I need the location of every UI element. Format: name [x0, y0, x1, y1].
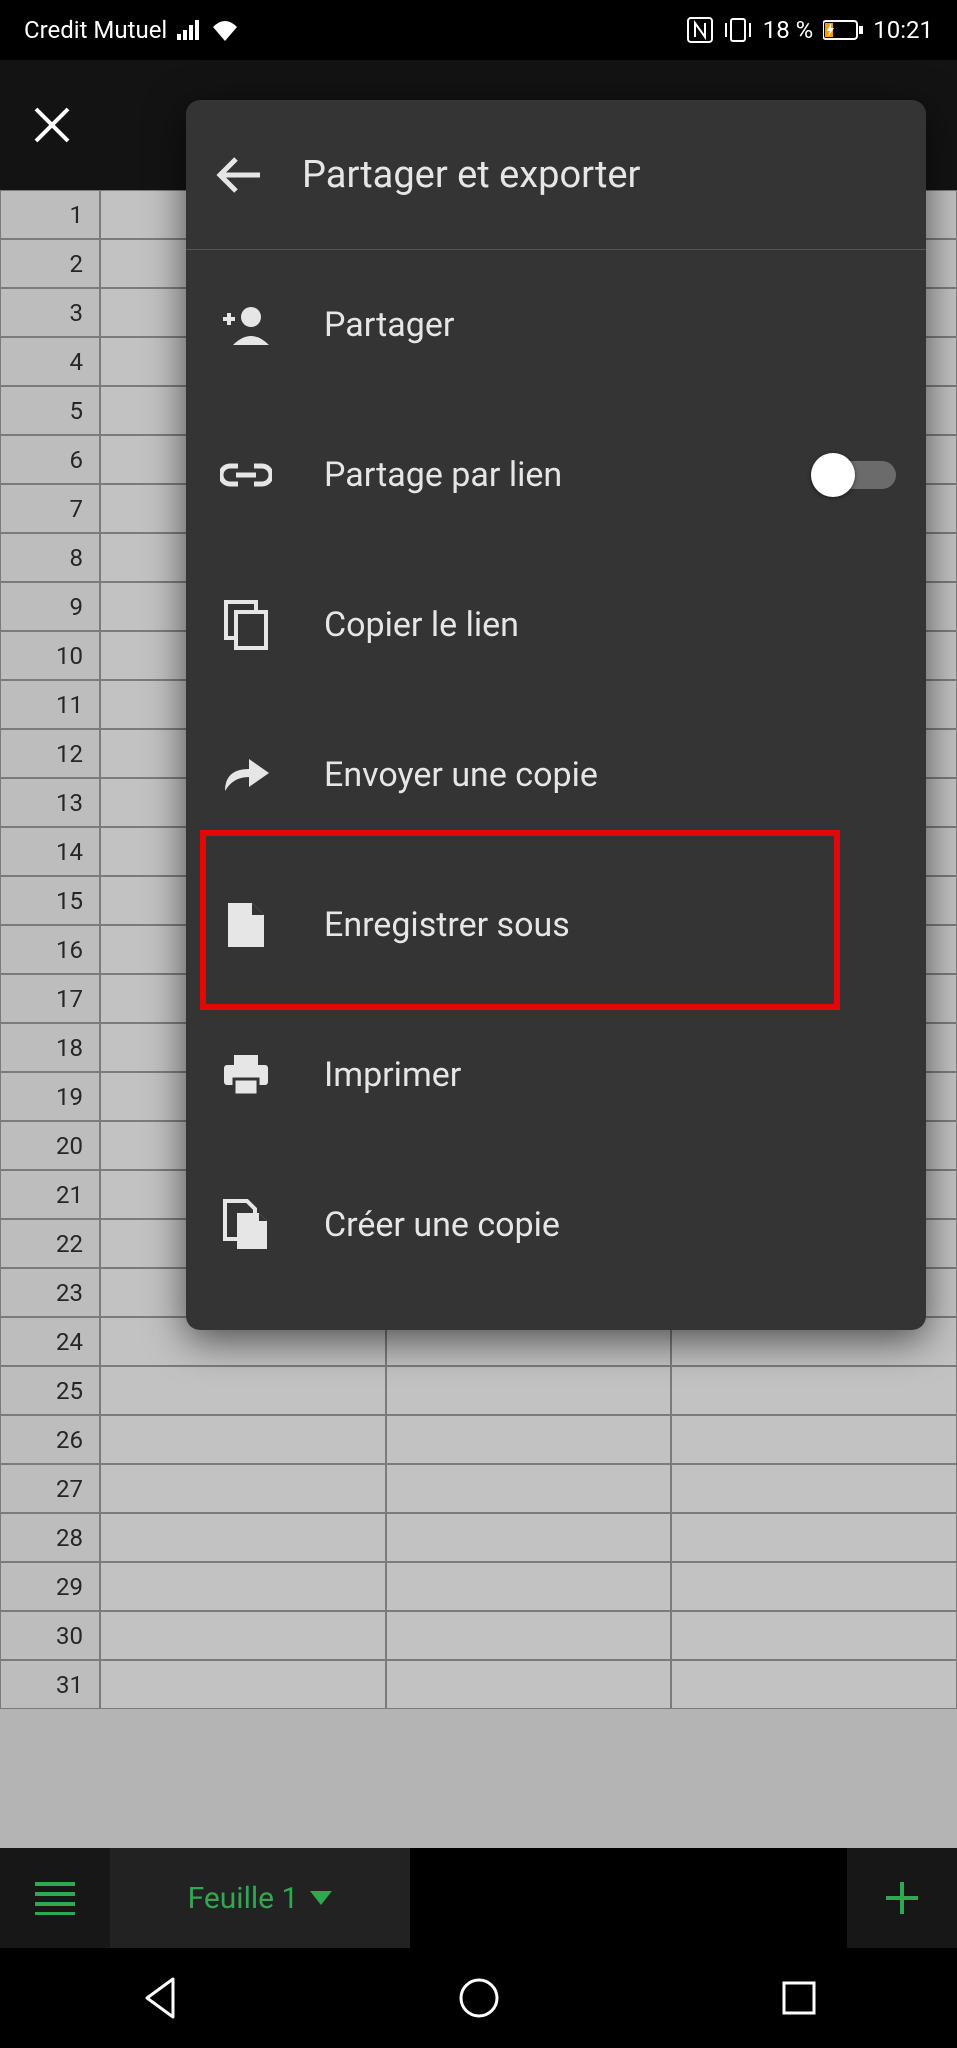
cell[interactable]	[100, 1562, 386, 1611]
row-header[interactable]: 17	[0, 974, 100, 1023]
menu-item-link-share[interactable]: Partage par lien	[186, 400, 926, 550]
cell[interactable]	[386, 1562, 672, 1611]
cell[interactable]	[386, 1513, 672, 1562]
cell[interactable]	[671, 1513, 957, 1562]
menu-item-print[interactable]: Imprimer	[186, 1000, 926, 1150]
cell[interactable]	[671, 1415, 957, 1464]
row-header[interactable]: 25	[0, 1366, 100, 1415]
sheet-tab-1[interactable]: Feuille 1	[110, 1848, 410, 1948]
row-header[interactable]: 1	[0, 190, 100, 239]
cell[interactable]	[386, 1611, 672, 1660]
row-header[interactable]: 10	[0, 631, 100, 680]
vibrate-icon	[723, 17, 753, 43]
dropdown-icon	[310, 1891, 332, 1905]
status-bar: Credit Mutuel 18 % 10:21	[0, 0, 957, 60]
row-header[interactable]: 27	[0, 1464, 100, 1513]
row-header[interactable]: 14	[0, 827, 100, 876]
cell[interactable]	[100, 1464, 386, 1513]
file-icon	[216, 901, 276, 949]
close-icon[interactable]	[30, 103, 74, 147]
menu-label: Copier le lien	[324, 605, 896, 645]
cell[interactable]	[100, 1660, 386, 1709]
cell[interactable]	[386, 1415, 672, 1464]
link-icon	[216, 462, 276, 488]
menu-label: Enregistrer sous	[324, 905, 896, 945]
cell[interactable]	[100, 1415, 386, 1464]
row-header[interactable]: 19	[0, 1072, 100, 1121]
row-header[interactable]: 15	[0, 876, 100, 925]
row-header[interactable]: 31	[0, 1660, 100, 1709]
share-arrow-icon	[216, 755, 276, 795]
row-header[interactable]: 21	[0, 1170, 100, 1219]
link-share-toggle[interactable]	[811, 453, 896, 497]
cell[interactable]	[100, 1611, 386, 1660]
row-header[interactable]: 24	[0, 1317, 100, 1366]
copy-icon	[216, 600, 276, 650]
cell[interactable]	[671, 1366, 957, 1415]
sheet-tab-label: Feuille 1	[188, 1881, 299, 1916]
nfc-icon	[687, 17, 713, 43]
printer-icon	[216, 1053, 276, 1097]
person-add-icon	[216, 305, 276, 345]
row-header[interactable]: 26	[0, 1415, 100, 1464]
wifi-icon	[211, 19, 239, 41]
row-header[interactable]: 30	[0, 1611, 100, 1660]
cell[interactable]	[671, 1464, 957, 1513]
nav-home-icon[interactable]	[458, 1977, 500, 2019]
clock-label: 10:21	[873, 16, 933, 44]
menu-label: Créer une copie	[324, 1205, 896, 1245]
row-header[interactable]: 20	[0, 1121, 100, 1170]
row-header[interactable]: 2	[0, 239, 100, 288]
nav-recent-icon[interactable]	[781, 1980, 817, 2016]
android-nav-bar	[0, 1948, 957, 2048]
menu-item-send-copy[interactable]: Envoyer une copie	[186, 700, 926, 850]
menu-label: Imprimer	[324, 1055, 896, 1095]
battery-icon	[823, 20, 863, 40]
row-header[interactable]: 6	[0, 435, 100, 484]
cell[interactable]	[671, 1660, 957, 1709]
nav-back-icon[interactable]	[141, 1977, 177, 2019]
menu-item-copy-link[interactable]: Copier le lien	[186, 550, 926, 700]
all-sheets-icon[interactable]	[0, 1881, 110, 1915]
tab-empty-area	[410, 1848, 847, 1948]
cell[interactable]	[386, 1366, 672, 1415]
row-header[interactable]: 29	[0, 1562, 100, 1611]
cell[interactable]	[386, 1464, 672, 1513]
row-header[interactable]: 4	[0, 337, 100, 386]
battery-percent: 18 %	[763, 16, 814, 44]
cell[interactable]	[386, 1660, 672, 1709]
menu-label: Envoyer une copie	[324, 755, 896, 795]
row-header[interactable]: 23	[0, 1268, 100, 1317]
menu-label: Partager	[324, 305, 896, 345]
menu-header: Partager et exporter	[186, 100, 926, 250]
row-header[interactable]: 5	[0, 386, 100, 435]
back-arrow-icon[interactable]	[216, 155, 262, 195]
carrier-label: Credit Mutuel	[24, 16, 167, 44]
sheet-tabs-bar: Feuille 1	[0, 1848, 957, 1948]
share-export-menu: Partager et exporter Partager Partage pa…	[186, 100, 926, 1330]
signal-icon	[177, 20, 201, 40]
row-header[interactable]: 7	[0, 484, 100, 533]
row-header[interactable]: 18	[0, 1023, 100, 1072]
row-header[interactable]: 3	[0, 288, 100, 337]
menu-title: Partager et exporter	[302, 153, 640, 197]
row-header[interactable]: 9	[0, 582, 100, 631]
menu-item-save-as[interactable]: Enregistrer sous	[186, 850, 926, 1000]
row-header[interactable]: 12	[0, 729, 100, 778]
cell[interactable]	[100, 1366, 386, 1415]
menu-item-share[interactable]: Partager	[186, 250, 926, 400]
row-header[interactable]: 28	[0, 1513, 100, 1562]
menu-item-make-copy[interactable]: Créer une copie	[186, 1150, 926, 1300]
row-header[interactable]: 22	[0, 1219, 100, 1268]
cell[interactable]	[671, 1562, 957, 1611]
row-header[interactable]: 13	[0, 778, 100, 827]
cell[interactable]	[671, 1611, 957, 1660]
row-header[interactable]: 11	[0, 680, 100, 729]
file-copy-icon	[216, 1199, 276, 1251]
add-sheet-button[interactable]	[847, 1878, 957, 1918]
cell[interactable]	[100, 1513, 386, 1562]
menu-label: Partage par lien	[324, 455, 763, 495]
row-header[interactable]: 8	[0, 533, 100, 582]
row-header[interactable]: 16	[0, 925, 100, 974]
